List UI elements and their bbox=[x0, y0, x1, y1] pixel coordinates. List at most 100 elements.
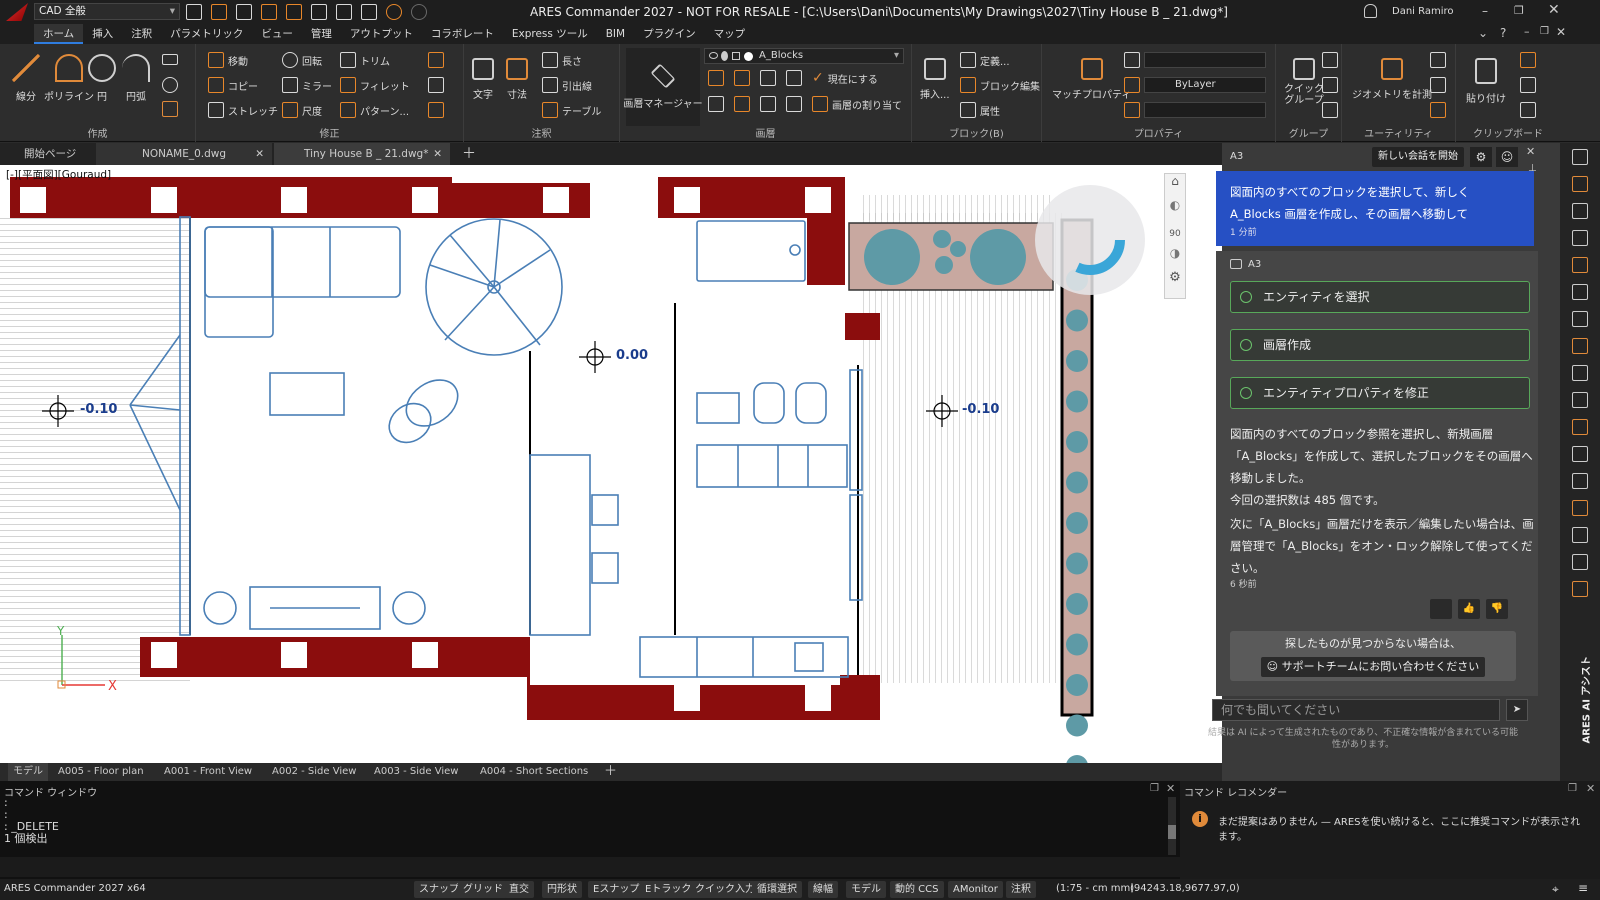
utility-tool-1-icon[interactable] bbox=[1430, 52, 1446, 68]
side-tool-5-icon[interactable] bbox=[1572, 257, 1588, 273]
ribbon-collapse-icon[interactable]: ⌄ bbox=[1478, 26, 1488, 40]
paste-button[interactable]: 貼り付け bbox=[1466, 58, 1506, 105]
table-button[interactable]: テーブル bbox=[542, 102, 601, 118]
menu-tab-1[interactable]: 挿入 bbox=[83, 24, 122, 44]
status-toggle-3[interactable]: 円形状 bbox=[542, 881, 582, 898]
lineweight-dropdown[interactable] bbox=[1144, 102, 1266, 118]
open-icon[interactable] bbox=[211, 4, 227, 20]
explode-icon[interactable] bbox=[428, 77, 444, 93]
measure-geometry-button[interactable]: ジオメトリを計測 bbox=[1352, 58, 1432, 101]
layer-tool-6-icon[interactable] bbox=[734, 96, 750, 112]
redo-icon[interactable] bbox=[411, 4, 427, 20]
settings-gear-icon[interactable]: ⚙ bbox=[1165, 270, 1185, 294]
status-toggle-5[interactable]: Eトラック bbox=[640, 881, 697, 898]
new-chat-button[interactable]: 新しい会話を開始 bbox=[1372, 147, 1464, 167]
insert-block-button[interactable]: 挿入... bbox=[920, 58, 950, 101]
status-toggle-4[interactable]: Eスナップ bbox=[588, 881, 645, 898]
side-tool-11-icon[interactable] bbox=[1572, 419, 1588, 435]
cut-icon[interactable] bbox=[1520, 52, 1536, 68]
save-icon[interactable] bbox=[286, 4, 302, 20]
status-toggle-9[interactable]: モデル bbox=[846, 881, 886, 898]
group-tool-2-icon[interactable] bbox=[1322, 77, 1338, 93]
settings-gear-icon[interactable]: ⚙ bbox=[1470, 147, 1492, 167]
quick-group-button[interactable]: クイック グループ bbox=[1284, 58, 1324, 106]
orbit-icon[interactable]: ◐ bbox=[1165, 198, 1185, 222]
side-tool-1-icon[interactable] bbox=[1572, 149, 1588, 165]
close-button[interactable]: ✕ bbox=[1548, 2, 1562, 18]
drawing-canvas[interactable]: Y X [-][平面図][Gouraud] -0.10 0.00 -0.10 ⌂… bbox=[0, 165, 1222, 763]
menu-tab-2[interactable]: 注釈 bbox=[122, 24, 161, 44]
length-button[interactable]: 長さ bbox=[542, 52, 582, 68]
layer-manager-button[interactable]: 画層マネージャー bbox=[623, 48, 703, 126]
erase-icon[interactable] bbox=[428, 52, 444, 68]
doc-tab-tiny-house[interactable]: Tiny House B _ 21.dwg* ✕ bbox=[274, 143, 450, 165]
color-dropdown[interactable] bbox=[1144, 52, 1266, 68]
fillet-button[interactable]: フィレット bbox=[340, 77, 410, 93]
group-tool-3-icon[interactable] bbox=[1322, 102, 1338, 118]
status-toggle-12[interactable]: 注釈 bbox=[1006, 881, 1036, 898]
new-tab-button[interactable]: ＋ bbox=[454, 143, 476, 165]
layer-tool-7-icon[interactable] bbox=[760, 96, 776, 112]
location-icon[interactable]: ⌖ bbox=[1552, 882, 1559, 897]
doc-tab-noname[interactable]: NONAME_0.dwg ✕ bbox=[96, 143, 272, 165]
side-tool-4-icon[interactable] bbox=[1572, 230, 1588, 246]
layout-tab-a001[interactable]: A001 - Front View bbox=[164, 763, 252, 781]
help-icon[interactable]: ? bbox=[1500, 26, 1506, 40]
side-tool-6-icon[interactable] bbox=[1572, 284, 1588, 300]
save-as-icon[interactable] bbox=[336, 4, 352, 20]
edit-block-button[interactable]: ブロック編集 bbox=[960, 77, 1040, 93]
arc-button[interactable]: 円弧 bbox=[122, 54, 150, 103]
user-name[interactable]: Dani Ramiro bbox=[1392, 6, 1454, 17]
send-icon[interactable]: ➤ bbox=[1506, 699, 1528, 721]
side-tool-10-icon[interactable] bbox=[1572, 392, 1588, 408]
side-tool-15-icon[interactable] bbox=[1572, 527, 1588, 543]
side-tool-8-icon[interactable] bbox=[1572, 338, 1588, 354]
calculator-icon[interactable] bbox=[1430, 102, 1446, 118]
bell-icon[interactable] bbox=[1364, 4, 1377, 18]
set-current-button[interactable]: ✓ 現在にする bbox=[812, 70, 878, 86]
paste-special-icon[interactable] bbox=[1520, 102, 1536, 118]
dimension-button[interactable]: 寸法 bbox=[506, 58, 528, 101]
print-icon[interactable] bbox=[361, 4, 377, 20]
menu-tab-9[interactable]: BIM bbox=[597, 24, 634, 44]
menu-tab-3[interactable]: パラメトリック bbox=[161, 24, 252, 44]
layer-tool-1-icon[interactable] bbox=[708, 70, 724, 86]
rotate-button[interactable]: 回転 bbox=[282, 52, 322, 68]
view-label[interactable]: [-][平面図][Gouraud] bbox=[6, 167, 111, 182]
layer-tool-4-icon[interactable] bbox=[786, 70, 802, 86]
define-block-button[interactable]: 定義... bbox=[960, 52, 1010, 68]
menu-tab-11[interactable]: マップ bbox=[705, 24, 755, 44]
undo-icon[interactable] bbox=[386, 4, 402, 20]
panel-close-icon[interactable]: ✕ bbox=[1526, 145, 1535, 158]
status-toggle-8[interactable]: 線幅 bbox=[808, 881, 838, 898]
menu-tab-7[interactable]: コラボレート bbox=[422, 24, 503, 44]
pattern-button[interactable]: パターン... bbox=[340, 102, 409, 118]
minimize-button[interactable]: – bbox=[1482, 4, 1496, 18]
line-button[interactable]: 線分 bbox=[12, 54, 40, 103]
status-toggle-11[interactable]: AMonitor bbox=[948, 881, 1003, 898]
support-button[interactable]: ☺ サポートチームにお問い合わせください bbox=[1261, 657, 1485, 677]
home-icon[interactable]: ⌂ bbox=[1165, 174, 1185, 198]
new-icon[interactable] bbox=[186, 4, 202, 20]
close-icon[interactable]: ✕ bbox=[1586, 782, 1595, 795]
side-tool-2-icon[interactable] bbox=[1572, 176, 1588, 192]
leader-button[interactable]: 引出線 bbox=[542, 77, 592, 93]
side-tool-17-icon[interactable] bbox=[1572, 581, 1588, 597]
ai-step-modify-props[interactable]: エンティティプロパティを修正 bbox=[1230, 377, 1530, 409]
cloud-open-icon[interactable] bbox=[236, 4, 252, 20]
command-scrollbar[interactable] bbox=[1168, 797, 1176, 855]
layout-tab-a005[interactable]: A005 - Floor plan bbox=[58, 763, 144, 781]
menu-tab-0[interactable]: ホーム bbox=[34, 24, 84, 44]
status-toggle-7[interactable]: 循環選択 bbox=[752, 881, 802, 898]
trim-button[interactable]: トリム bbox=[340, 52, 390, 68]
attribute-button[interactable]: 属性 bbox=[960, 102, 1000, 118]
layer-tool-8-icon[interactable] bbox=[786, 96, 802, 112]
status-toggle-6[interactable]: クイック入力 bbox=[690, 881, 760, 898]
mirror-button[interactable]: ミラー bbox=[282, 77, 332, 93]
ai-step-select[interactable]: エンティティを選択 bbox=[1230, 281, 1530, 313]
hatch-icon[interactable] bbox=[162, 101, 178, 117]
viewcube-ring[interactable] bbox=[1035, 185, 1145, 295]
assign-layer-button[interactable]: 画層の割り当て bbox=[812, 96, 902, 112]
status-toggle-1[interactable]: グリッド bbox=[458, 881, 508, 898]
copy-button[interactable]: コピー bbox=[208, 77, 258, 93]
